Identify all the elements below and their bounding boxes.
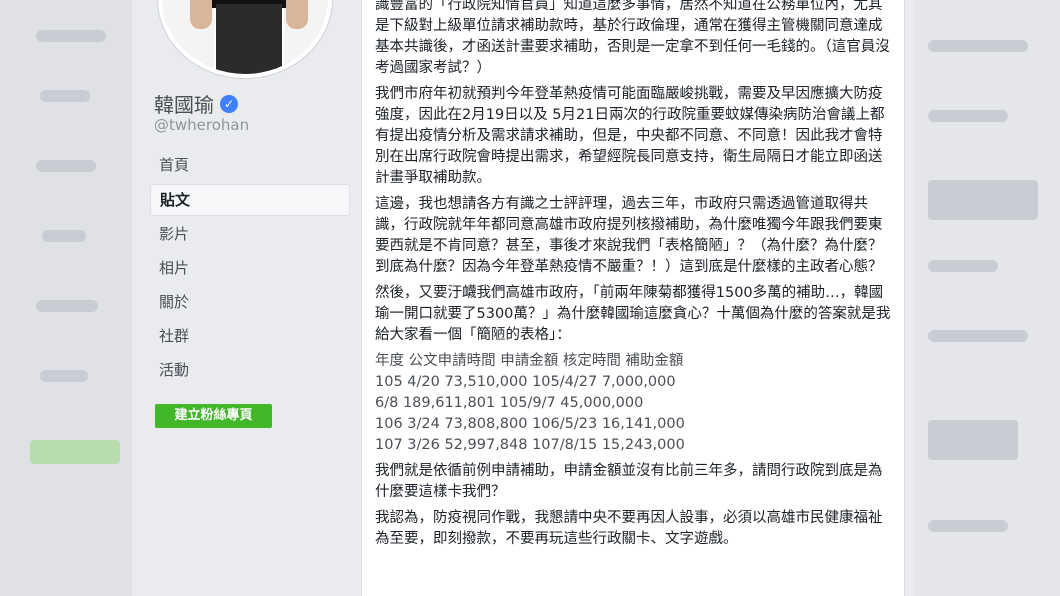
nav-item-community[interactable]: 社群: [150, 321, 350, 355]
post-paragraph: 我認為，防疫視同作戰，我懇請中央不要再因人設事，必須以高雄市民健康福祉為至要，即…: [375, 510, 883, 547]
profile-name-row: 韓國瑜 ✓: [154, 89, 238, 118]
create-page-button[interactable]: 建立粉絲專頁: [155, 404, 272, 428]
table-row: 107 3/26 52,997,848 107/8/15 15,243,000: [375, 437, 685, 453]
profile-handle[interactable]: @twherohan: [154, 116, 249, 134]
table-header: 年度 公文申請時間 申請金額 核定時間 補助金額: [375, 353, 684, 369]
nav-item-home[interactable]: 首頁: [150, 150, 350, 184]
nav-item-events[interactable]: 活動: [150, 355, 350, 389]
facebook-page: 韓國瑜 ✓ @twherohan 首頁 貼文 影片 相片 關於 社群 活動 建立…: [132, 0, 914, 596]
post-paragraph: 識豐富的「行政院知情官員」知道這麼多事情，居然不知道在公務單位內，尤其是下級對上…: [375, 0, 890, 76]
subsidy-table: 年度 公文申請時間 申請金額 核定時間 補助金額 105 4/20 73,510…: [375, 351, 895, 456]
post-paragraph: 然後，又要汙衊我們高雄市政府，「前兩年陳菊都獲得1500多萬的補助…，韓國瑜一開…: [375, 285, 891, 343]
profile-avatar[interactable]: [158, 0, 332, 78]
page-nav: 首頁 貼文 影片 相片 關於 社群 活動: [150, 150, 350, 389]
page-sidebar: 韓國瑜 ✓ @twherohan 首頁 貼文 影片 相片 關於 社群 活動 建立…: [132, 0, 360, 596]
blurred-right-background: [914, 0, 1060, 596]
nav-item-photos[interactable]: 相片: [150, 253, 350, 287]
nav-item-videos[interactable]: 影片: [150, 219, 350, 253]
table-row: 105 4/20 73,510,000 105/4/27 7,000,000: [375, 374, 676, 390]
post-paragraph: 我們市府年初就預判今年登革熱疫情可能面臨嚴峻挑戰，需要及早因應擴大防疫強度，因此…: [375, 86, 885, 186]
profile-name[interactable]: 韓國瑜: [154, 89, 214, 118]
post-paragraph: 我們就是依循前例申請補助，申請金額並沒有比前三年多，請問行政院到底是為什麼要這樣…: [375, 463, 883, 500]
post-body: 識豐富的「行政院知情官員」知道這麼多事情，居然不知道在公務單位內，尤其是下級對上…: [375, 0, 895, 555]
table-row: 106 3/24 73,808,800 106/5/23 16,141,000: [375, 416, 685, 432]
verified-badge-icon: ✓: [220, 94, 238, 113]
post-paragraph: 這邊，我也想請各方有識之士評評理，過去三年，市政府只需透過管道取得共識，行政院就…: [375, 196, 883, 275]
nav-item-about[interactable]: 關於: [150, 287, 350, 321]
table-row: 6/8 189,611,801 105/9/7 45,000,000: [375, 395, 644, 411]
blurred-left-background: [0, 0, 132, 596]
post-card: 識豐富的「行政院知情官員」知道這麼多事情，居然不知道在公務單位內，尤其是下級對上…: [361, 0, 905, 596]
nav-item-posts[interactable]: 貼文: [150, 184, 350, 216]
